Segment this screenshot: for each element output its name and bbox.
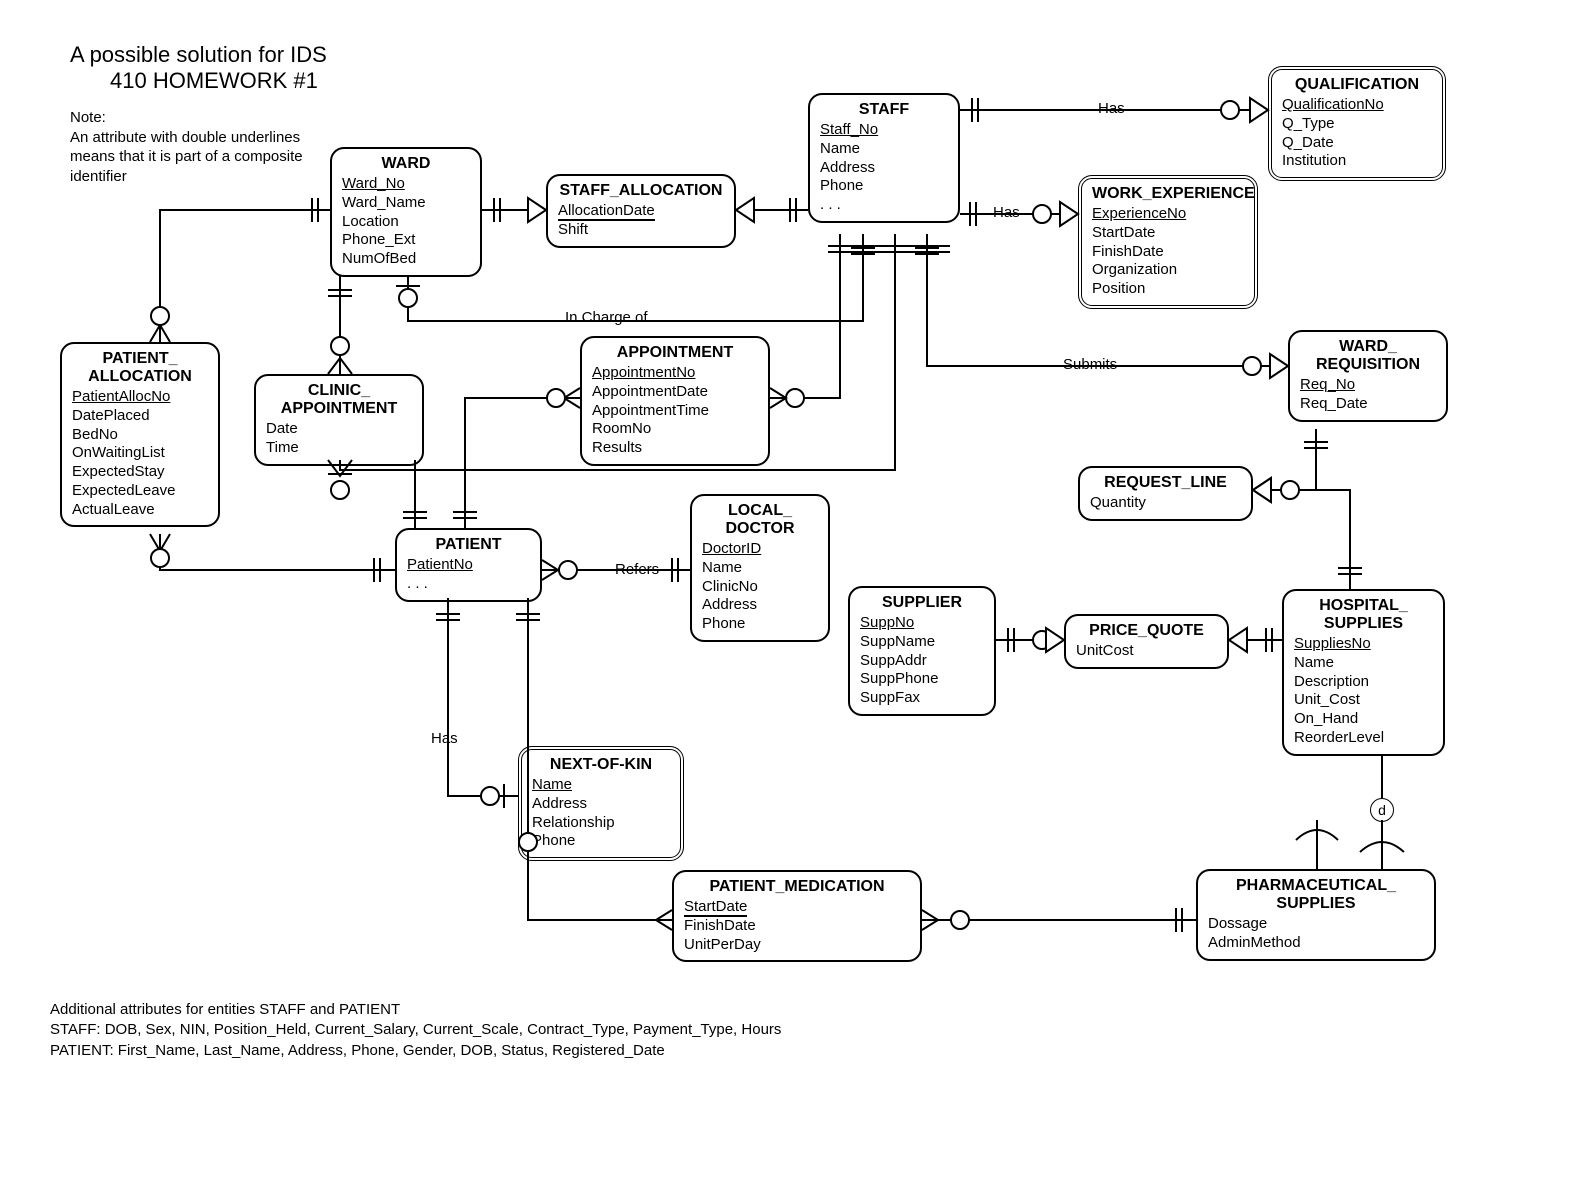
entity-patient-allocation: PATIENT_ ALLOCATION PatientAllocNoDatePl… — [60, 342, 220, 527]
rel-refers: Refers — [612, 561, 662, 578]
rel-has-nok: Has — [428, 730, 461, 747]
er-diagram: A possible solution for IDS 410 HOMEWORK… — [0, 0, 1590, 1183]
rel-has-qualification: Has — [1095, 100, 1128, 117]
entity-appointment: APPOINTMENT AppointmentNoAppointmentDate… — [580, 336, 770, 466]
entity-work-experience: WORK_EXPERIENCE ExperienceNoStartDateFin… — [1078, 175, 1258, 309]
entity-clinic-appointment: CLINIC_ APPOINTMENT DateTime — [254, 374, 424, 466]
entity-qualification: QUALIFICATION QualificationNoQ_TypeQ_Dat… — [1268, 66, 1446, 181]
diagram-note: Note: An attribute with double underline… — [70, 108, 330, 186]
entity-patient: PATIENT PatientNo. . . — [395, 528, 542, 602]
footer-notes: Additional attributes for entities STAFF… — [50, 1000, 781, 1061]
entity-staff: STAFF Staff_NoNameAddressPhone. . . — [808, 93, 960, 223]
entity-pharmaceutical-supplies: PHARMACEUTICAL_ SUPPLIES DossageAdminMet… — [1196, 869, 1436, 961]
entity-patient-medication: PATIENT_MEDICATION StartDateFinishDateUn… — [672, 870, 922, 962]
entity-hospital-supplies: HOSPITAL_ SUPPLIES SuppliesNoNameDescrip… — [1282, 589, 1445, 756]
entity-ward: WARD Ward_NoWard_NameLocationPhone_ExtNu… — [330, 147, 482, 277]
entity-local-doctor: LOCAL_ DOCTOR DoctorIDNameClinicNoAddres… — [690, 494, 830, 642]
rel-has-experience: Has — [990, 204, 1023, 221]
entity-supplier: SUPPLIER SuppNoSuppNameSuppAddrSuppPhone… — [848, 586, 996, 716]
entity-price-quote: PRICE_QUOTE UnitCost — [1064, 614, 1229, 669]
diagram-title: A possible solution for IDS 410 HOMEWORK… — [70, 42, 327, 95]
entity-ward-requisition: WARD_ REQUISITION Req_NoReq_Date — [1288, 330, 1448, 422]
entity-staff-allocation: STAFF_ALLOCATION AllocationDateShift — [546, 174, 736, 248]
entity-next-of-kin: NEXT-OF-KIN NameAddressRelationshipPhone — [518, 746, 684, 861]
entity-request-line: REQUEST_LINE Quantity — [1078, 466, 1253, 521]
rel-submits: Submits — [1060, 356, 1120, 373]
subtype-d-indicator: d — [1370, 798, 1394, 822]
rel-in-charge-of: In Charge of — [562, 309, 651, 326]
